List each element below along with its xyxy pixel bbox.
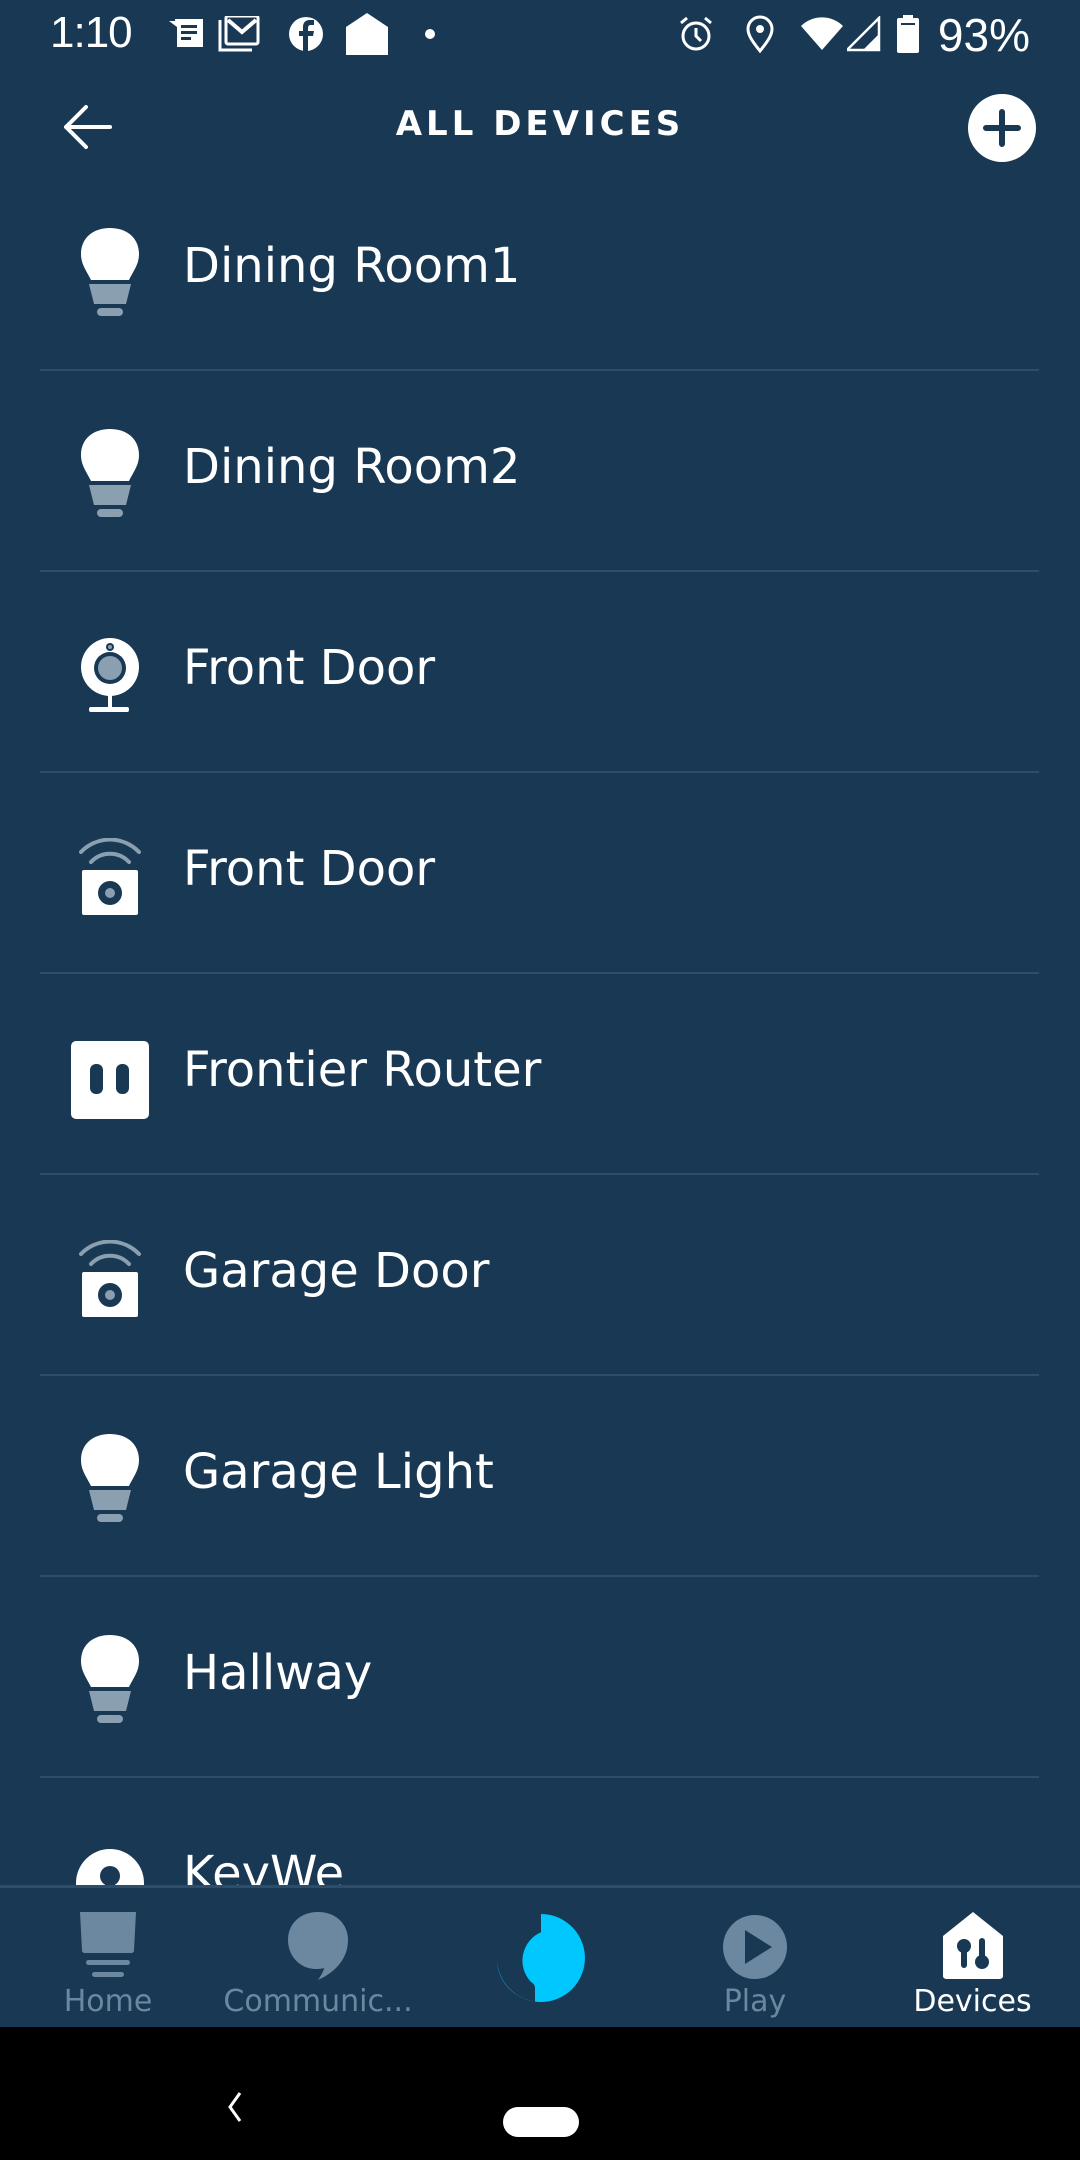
nav-label: Home: [63, 1984, 153, 2019]
device-name: Dining Room1: [183, 238, 521, 294]
home-tab-icon: [78, 1898, 138, 1980]
battery-percent: 93%: [937, 9, 1030, 61]
doorbell-icon: [66, 828, 154, 928]
chat-bubble-icon: [286, 1898, 350, 1980]
alarm-icon: [676, 14, 716, 54]
app-header: ALL DEVICES: [0, 70, 1080, 185]
status-time: 1:10: [50, 8, 133, 57]
play-circle-icon: [722, 1898, 788, 1980]
location-icon: [742, 14, 778, 54]
system-back-button[interactable]: [222, 2087, 252, 2127]
device-row[interactable]: Dining Room2: [0, 371, 1080, 572]
lightbulb-icon: [66, 223, 154, 323]
page-title: ALL DEVICES: [395, 104, 685, 144]
smart-plug-icon: [66, 1030, 154, 1130]
device-row[interactable]: KeyWe: [0, 1778, 1080, 1885]
chevron-left-icon: [228, 2092, 242, 2122]
nav-label: Play: [723, 1984, 787, 2019]
device-name: Frontier Router: [183, 1042, 542, 1098]
device-row[interactable]: Front Door: [0, 572, 1080, 773]
device-row[interactable]: Frontier Router: [0, 974, 1080, 1175]
nav-label: Communic...: [223, 1984, 413, 2019]
device-row[interactable]: Garage Door: [0, 1175, 1080, 1376]
system-home-button[interactable]: [503, 2107, 579, 2137]
devices-house-icon: [942, 1898, 1004, 1980]
webcam-icon: [66, 626, 154, 726]
wifi-icon: [800, 14, 844, 54]
dot-icon: [420, 14, 440, 54]
device-name: KeyWe: [183, 1846, 345, 1885]
add-device-button[interactable]: [968, 94, 1036, 162]
device-row[interactable]: Hallway: [0, 1577, 1080, 1778]
nav-play[interactable]: Play: [700, 1888, 810, 2030]
device-name: Hallway: [183, 1645, 373, 1701]
lock-icon: [66, 1833, 154, 1885]
device-row[interactable]: Dining Room1: [0, 170, 1080, 371]
device-row[interactable]: Garage Light: [0, 1376, 1080, 1577]
plus-icon: [983, 109, 1021, 147]
alexa-ring-icon: [497, 1914, 585, 2002]
bottom-nav: Home Communic... Play Devices: [0, 1885, 1080, 2027]
status-bar: 1:10 93%: [0, 0, 1080, 70]
device-name: Front Door: [183, 841, 436, 897]
battery-icon: [896, 14, 920, 54]
nav-devices[interactable]: Devices: [905, 1888, 1040, 2030]
home-icon: [344, 13, 390, 55]
device-name: Front Door: [183, 640, 436, 696]
nav-home[interactable]: Home: [48, 1888, 168, 2030]
messages-icon: [166, 14, 206, 54]
facebook-icon: [286, 14, 326, 54]
lightbulb-icon: [66, 1429, 154, 1529]
lightbulb-icon: [66, 1630, 154, 1730]
nav-label: Devices: [913, 1984, 1032, 2019]
system-nav-bar: [0, 2027, 1080, 2160]
gmail-icon: [218, 14, 260, 54]
device-row[interactable]: Front Door: [0, 773, 1080, 974]
signal-icon: [846, 14, 882, 54]
device-name: Garage Light: [183, 1444, 494, 1500]
alexa-button[interactable]: [495, 1912, 587, 2004]
device-list: Dining Room1 Dining Room2 Front Door Fro…: [0, 170, 1080, 1885]
lightbulb-icon: [66, 424, 154, 524]
device-name: Garage Door: [183, 1243, 490, 1299]
nav-communicate[interactable]: Communic...: [218, 1888, 418, 2030]
device-name: Dining Room2: [183, 439, 521, 495]
doorbell-icon: [66, 1230, 154, 1330]
